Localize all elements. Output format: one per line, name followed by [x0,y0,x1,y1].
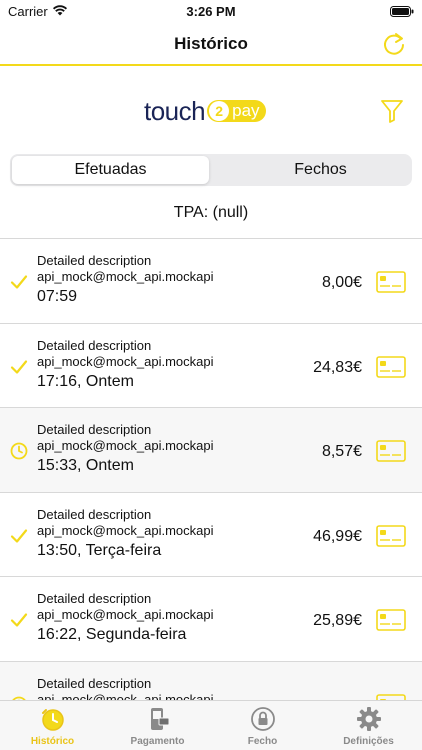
transaction-description: Detailed description [37,422,152,437]
tab-historico[interactable]: Histórico [0,701,105,750]
transaction-row[interactable]: Detailed description api_mock@mock_api.m… [0,239,422,324]
transaction-user: api_mock@mock_api.mockapi [37,438,214,453]
check-icon [10,275,28,289]
transaction-amount: 46,99€ [313,527,362,545]
transaction-row[interactable]: Detailed description api_mock@mock_api.m… [0,323,422,408]
transaction-time: 15:33, Ontem [37,457,134,474]
transaction-amount: 8,00€ [321,274,362,291]
transaction-user: api_mock@mock_api.mockapi [37,607,214,622]
transaction-time: 17:16, Ontem [37,372,134,390]
status-bar: Carrier 3:26 PM [0,0,422,24]
check-icon [10,359,28,374]
tab-bar: Histórico Pagamento Fecho Definições [0,700,422,750]
logo-badge: 2 pay [207,100,266,122]
clock-icon [10,442,28,460]
credit-card-icon [376,609,406,631]
refresh-icon[interactable] [380,30,408,58]
logo-text-pay: pay [232,101,260,120]
segment-efetuadas[interactable]: Efetuadas [12,156,209,184]
transaction-list[interactable]: Detailed description api_mock@mock_api.m… [0,238,422,700]
battery-icon [390,6,414,17]
brand-row: touch 2 pay [0,96,422,126]
transaction-user: api_mock@mock_api.mockapi [37,353,214,369]
check-icon [10,613,28,627]
credit-card-icon [376,524,406,547]
page-title: Histórico [174,34,248,53]
tab-label: Pagamento [130,736,185,747]
segment-fechos[interactable]: Fechos [222,156,419,184]
transaction-row[interactable]: Detailed description api_mock@mock_api.m… [0,492,422,577]
transaction-amount: 25,89€ [313,612,362,629]
logo-text-touch: touch [144,95,206,126]
tpa-label: TPA: (null) [173,204,249,221]
transaction-user: api_mock@mock_api.mockapi [37,269,214,284]
segmented-control: Efetuadas Fechos [10,154,412,186]
transaction-amount: 24,83€ [313,358,362,376]
transaction-row[interactable]: Detailed description api_mock@mock_api.m… [0,661,422,701]
filter-icon[interactable] [380,98,404,124]
tab-label: Definições [343,736,394,747]
touch2pay-logo: touch 2 pay [144,96,266,126]
transaction-time: 13:50, Terça-feira [37,541,162,559]
navigation-bar: Histórico [0,24,422,66]
transaction-user: api_mock@mock_api.mockapi [37,691,214,701]
transaction-row[interactable]: Detailed description api_mock@mock_api.m… [0,577,422,662]
clock-time: 3:26 PM [186,4,236,19]
transaction-description: Detailed description [37,253,152,268]
credit-card-icon [376,271,406,293]
transaction-amount: 8,57€ [321,443,362,460]
credit-card-icon [376,355,406,378]
transaction-description: Detailed description [37,506,152,522]
credit-card-icon [376,440,406,462]
transaction-user: api_mock@mock_api.mockapi [37,522,214,538]
transaction-description: Detailed description [37,675,152,691]
history-icon [42,709,64,731]
gear-icon [357,707,381,731]
transaction-row[interactable]: Detailed description api_mock@mock_api.m… [0,408,422,493]
transaction-time: 07:59 [37,288,78,305]
transaction-description: Detailed description [37,591,152,606]
payment-icon [151,708,170,730]
tab-pagamento[interactable]: Pagamento [105,701,210,750]
tab-definicoes[interactable]: Definições [316,701,421,750]
logo-badge-number: 2 [209,101,230,121]
tab-fecho[interactable]: Fecho [210,701,315,750]
lock-icon [251,707,275,731]
transaction-description: Detailed description [37,337,152,353]
tab-label: Fecho [247,736,278,747]
tab-label: Histórico [30,736,75,747]
transaction-time: 16:22, Segunda-feira [37,626,187,643]
check-icon [10,528,28,543]
